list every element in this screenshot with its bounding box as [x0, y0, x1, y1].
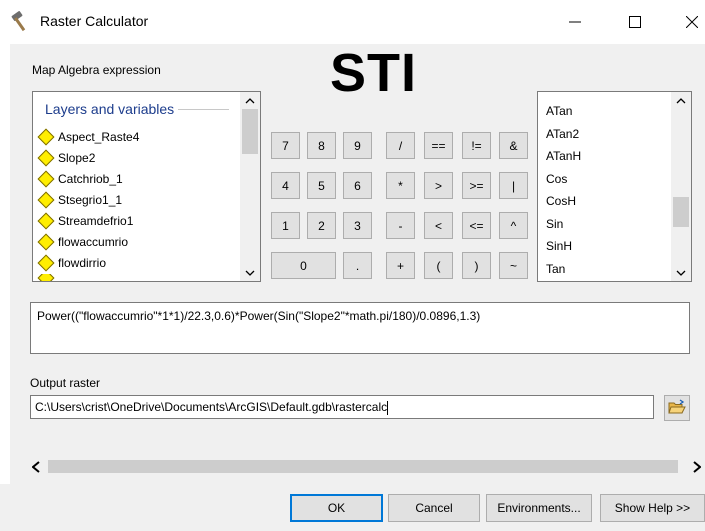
calc-button-not[interactable]: ~ [499, 252, 528, 279]
function-item[interactable]: ATan2 [546, 127, 579, 141]
function-item[interactable]: ATan [546, 104, 572, 118]
calc-button-digit-6[interactable]: 6 [343, 172, 372, 199]
calc-button-minus[interactable]: - [386, 212, 415, 239]
raster-layer-icon [37, 254, 55, 272]
raster-layer-icon [37, 128, 55, 146]
layers-scrollbar[interactable] [240, 92, 260, 281]
output-raster-input[interactable]: C:\Users\crist\OneDrive\Documents\ArcGIS… [30, 395, 654, 419]
function-item[interactable]: Cos [546, 172, 567, 186]
raster-layer-icon [37, 170, 55, 188]
raster-layer-icon [37, 274, 55, 281]
calc-button-digit-7[interactable]: 7 [271, 132, 300, 159]
minimize-button[interactable] [555, 8, 595, 36]
hammer-icon [8, 10, 32, 34]
scroll-left-icon[interactable] [28, 458, 44, 475]
calc-button-digit-1[interactable]: 1 [271, 212, 300, 239]
raster-layer-icon [37, 233, 55, 251]
calc-button-less-equal[interactable]: <= [462, 212, 491, 239]
layer-item[interactable]: Stsegrio1_1 [37, 190, 122, 210]
functions-scroll-thumb[interactable] [673, 196, 689, 227]
raster-layer-icon [37, 149, 55, 167]
environments-button[interactable]: Environments... [486, 494, 592, 522]
scroll-down-icon[interactable] [671, 264, 691, 281]
calc-button-open-paren[interactable]: ( [424, 252, 453, 279]
output-raster-value: C:\Users\crist\OneDrive\Documents\ArcGIS… [35, 400, 388, 414]
calc-button-and[interactable]: & [499, 132, 528, 159]
layer-item[interactable]: Streamdefrio1 [37, 211, 133, 231]
open-folder-icon [668, 398, 686, 418]
layers-list-title: Layers and variables [45, 101, 179, 117]
calc-button-xor[interactable]: ^ [499, 212, 528, 239]
function-item[interactable]: Tan [546, 262, 565, 276]
layer-item[interactable]: flowdirrio [37, 253, 106, 273]
calc-button-divide[interactable]: / [386, 132, 415, 159]
cancel-button[interactable]: Cancel [388, 494, 480, 522]
functions-scrollbar[interactable] [671, 92, 691, 281]
scroll-up-icon[interactable] [671, 92, 691, 109]
layer-item-label: Slope2 [58, 151, 96, 165]
layer-item-label: flowaccumrio [58, 235, 129, 249]
layer-item[interactable]: flowaccumrio [37, 232, 128, 252]
calc-button-digit-4[interactable]: 4 [271, 172, 300, 199]
function-item[interactable]: Sin [546, 217, 563, 231]
function-item[interactable]: CosH [546, 194, 576, 208]
text-caret [387, 400, 389, 415]
raster-layer-icon [37, 212, 55, 230]
map-algebra-label: Map Algebra expression [32, 63, 161, 77]
layers-title-divider [173, 109, 229, 110]
calc-button-close-paren[interactable]: ) [462, 252, 491, 279]
horizontal-scrollbar[interactable] [28, 458, 705, 475]
raster-layer-icon [37, 191, 55, 209]
calc-button-greater[interactable]: > [424, 172, 453, 199]
sti-overlay-text: STI [330, 43, 418, 103]
calc-button-digit-8[interactable]: 8 [307, 132, 336, 159]
close-button[interactable] [672, 8, 705, 36]
calc-button-less[interactable]: < [424, 212, 453, 239]
calc-button-digit-3[interactable]: 3 [343, 212, 372, 239]
calc-button-digit-2[interactable]: 2 [307, 212, 336, 239]
horizontal-scroll-thumb[interactable] [48, 460, 678, 473]
layers-scroll-thumb[interactable] [242, 109, 258, 154]
scroll-up-icon[interactable] [240, 92, 260, 109]
expression-textbox[interactable]: Power(("flowaccumrio"*1*1)/22.3,0.6)*Pow… [30, 302, 690, 354]
layers-list[interactable]: Layers and variables Aspect_Raste4 Slope2… [32, 91, 261, 282]
layer-item-partial [37, 274, 58, 281]
calc-button-multiply[interactable]: * [386, 172, 415, 199]
calc-button-greater-equal[interactable]: >= [462, 172, 491, 199]
output-raster-label: Output raster [30, 376, 101, 390]
layer-item[interactable]: Catchriob_1 [37, 169, 123, 189]
layer-item-label: Streamdefrio1 [58, 214, 134, 228]
calc-button-digit-0[interactable]: 0 [271, 252, 336, 279]
window-title: Raster Calculator [40, 13, 149, 29]
calc-button-plus[interactable]: + [386, 252, 415, 279]
calc-button-decimal[interactable]: . [343, 252, 372, 279]
maximize-button[interactable] [615, 8, 655, 36]
layer-item[interactable]: Slope2 [37, 148, 95, 168]
calc-button-equals[interactable]: == [424, 132, 453, 159]
layer-item-label: Stsegrio1_1 [58, 193, 123, 207]
title-bar: Raster Calculator [0, 0, 705, 44]
calc-button-digit-9[interactable]: 9 [343, 132, 372, 159]
layer-item[interactable]: Aspect_Raste4 [37, 127, 139, 147]
calc-button-or[interactable]: | [499, 172, 528, 199]
scroll-down-icon[interactable] [240, 264, 260, 281]
show-help-button[interactable]: Show Help >> [600, 494, 705, 522]
browse-folder-button[interactable] [664, 395, 690, 421]
layer-item-label: Catchriob_1 [58, 172, 123, 186]
functions-list[interactable]: ATan ATan2 ATanH Cos CosH Sin SinH Tan [537, 91, 692, 282]
calc-button-not-equals[interactable]: != [462, 132, 491, 159]
function-item[interactable]: SinH [546, 239, 572, 253]
scroll-right-icon[interactable] [689, 458, 705, 475]
function-item[interactable]: ATanH [546, 149, 581, 163]
layer-item-label: flowdirrio [58, 256, 107, 270]
calc-button-digit-5[interactable]: 5 [307, 172, 336, 199]
ok-button[interactable]: OK [290, 494, 383, 522]
layer-item-label: Aspect_Raste4 [58, 130, 140, 144]
